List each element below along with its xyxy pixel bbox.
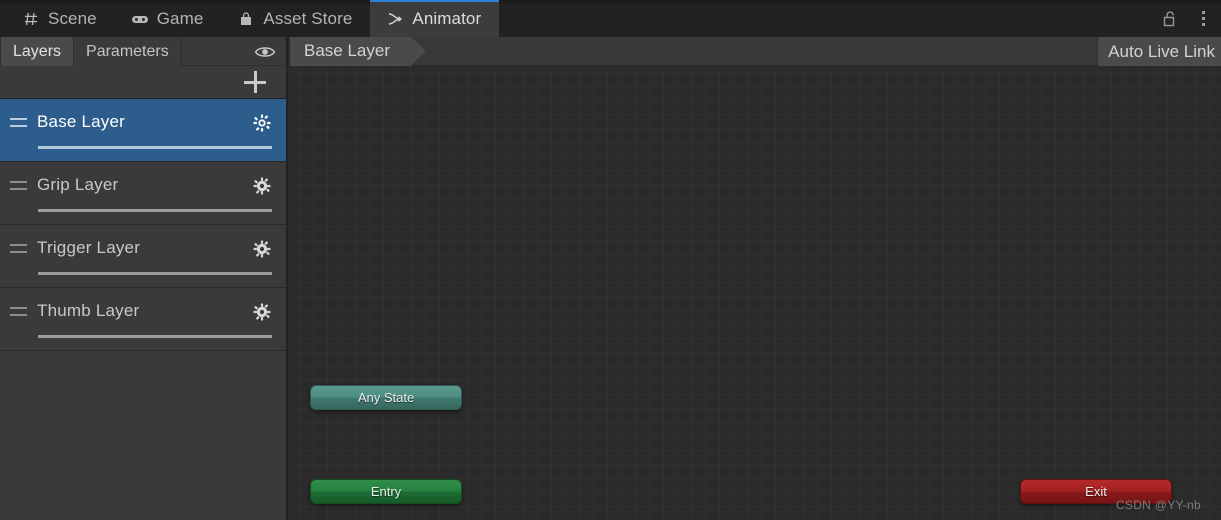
layer-name-label: Base Layer	[37, 112, 125, 131]
layer-row-base-layer[interactable]: Base Layer	[0, 99, 286, 162]
layer-name-label: Trigger Layer	[37, 238, 141, 257]
node-entry[interactable]: Entry	[310, 479, 462, 504]
animator-icon	[386, 10, 404, 28]
eye-icon[interactable]	[254, 37, 276, 66]
drag-handle-icon[interactable]	[10, 118, 27, 127]
layer-weight-slider[interactable]	[38, 209, 272, 212]
grid-icon	[22, 10, 40, 28]
layer-row-grip-layer[interactable]: Grip Layer	[0, 162, 286, 225]
tab-scene[interactable]: Scene	[6, 0, 115, 37]
node-any-state-label: Any State	[357, 390, 415, 405]
drag-handle-icon[interactable]	[10, 244, 27, 253]
layer-name-label: Grip Layer	[37, 175, 119, 194]
layer-row-trigger-layer[interactable]: Trigger Layer	[0, 225, 286, 288]
layers-sidebar: Layers Parameters Base Layer Grip Layer …	[0, 37, 288, 520]
tab-animator[interactable]: Animator	[370, 0, 500, 37]
node-any-state[interactable]: Any State	[310, 385, 462, 410]
window-tab-bar: Scene Game Asset Store Animator	[0, 0, 1221, 37]
plus-icon[interactable]	[244, 71, 266, 93]
window-controls	[1159, 0, 1213, 37]
gear-icon[interactable]	[252, 113, 272, 133]
breadcrumb-label: Base Layer	[304, 41, 390, 60]
animator-graph-panel: Base Layer Auto Live Link Any State Entr…	[290, 37, 1221, 520]
layer-weight-slider[interactable]	[38, 272, 272, 275]
drag-handle-icon[interactable]	[10, 307, 27, 316]
shopping-bag-icon	[237, 10, 255, 28]
layer-list: Base Layer Grip Layer Trigger Layer Thum…	[0, 99, 286, 351]
kebab-menu-icon[interactable]	[1193, 8, 1213, 30]
tab-scene-label: Scene	[48, 8, 97, 28]
auto-live-link-button[interactable]: Auto Live Link	[1097, 37, 1221, 66]
watermark: CSDN @YY-nb	[1115, 498, 1201, 512]
breadcrumb-base-layer[interactable]: Base Layer	[290, 37, 426, 66]
tab-game[interactable]: Game	[115, 0, 222, 37]
tab-group: Scene Game Asset Store Animator	[0, 0, 500, 37]
node-entry-label: Entry	[370, 484, 402, 499]
state-machine-canvas[interactable]: Any State Entry Exit CSDN @YY-nb	[290, 67, 1221, 520]
tab-layers[interactable]: Layers	[0, 37, 75, 66]
tab-layers-label: Layers	[13, 42, 62, 60]
gear-icon[interactable]	[252, 176, 272, 196]
unity-animator-window: Scene Game Asset Store Animator Layers P…	[0, 0, 1221, 520]
gear-icon[interactable]	[252, 302, 272, 322]
add-layer-row	[0, 66, 286, 99]
drag-handle-icon[interactable]	[10, 181, 27, 190]
layer-row-thumb-layer[interactable]: Thumb Layer	[0, 288, 286, 351]
tab-game-label: Game	[156, 8, 204, 28]
layer-weight-slider[interactable]	[38, 146, 272, 149]
tab-parameters-label: Parameters	[86, 42, 169, 60]
layer-name-label: Thumb Layer	[37, 301, 140, 320]
gamepad-icon	[131, 10, 149, 28]
tab-parameters[interactable]: Parameters	[74, 37, 182, 66]
layer-weight-slider[interactable]	[38, 335, 272, 338]
tab-asset-store-label: Asset Store	[263, 8, 353, 28]
node-exit-label: Exit	[1085, 484, 1107, 499]
sidebar-toolbar: Layers Parameters	[0, 37, 286, 66]
gear-icon[interactable]	[252, 239, 272, 259]
kebab-dots	[1201, 11, 1205, 26]
padlock-open-icon[interactable]	[1159, 8, 1179, 30]
tab-animator-label: Animator	[412, 8, 482, 28]
tab-asset-store[interactable]: Asset Store	[221, 0, 370, 37]
auto-live-link-label: Auto Live Link	[1108, 41, 1215, 61]
breadcrumb-bar: Base Layer Auto Live Link	[290, 37, 1221, 66]
